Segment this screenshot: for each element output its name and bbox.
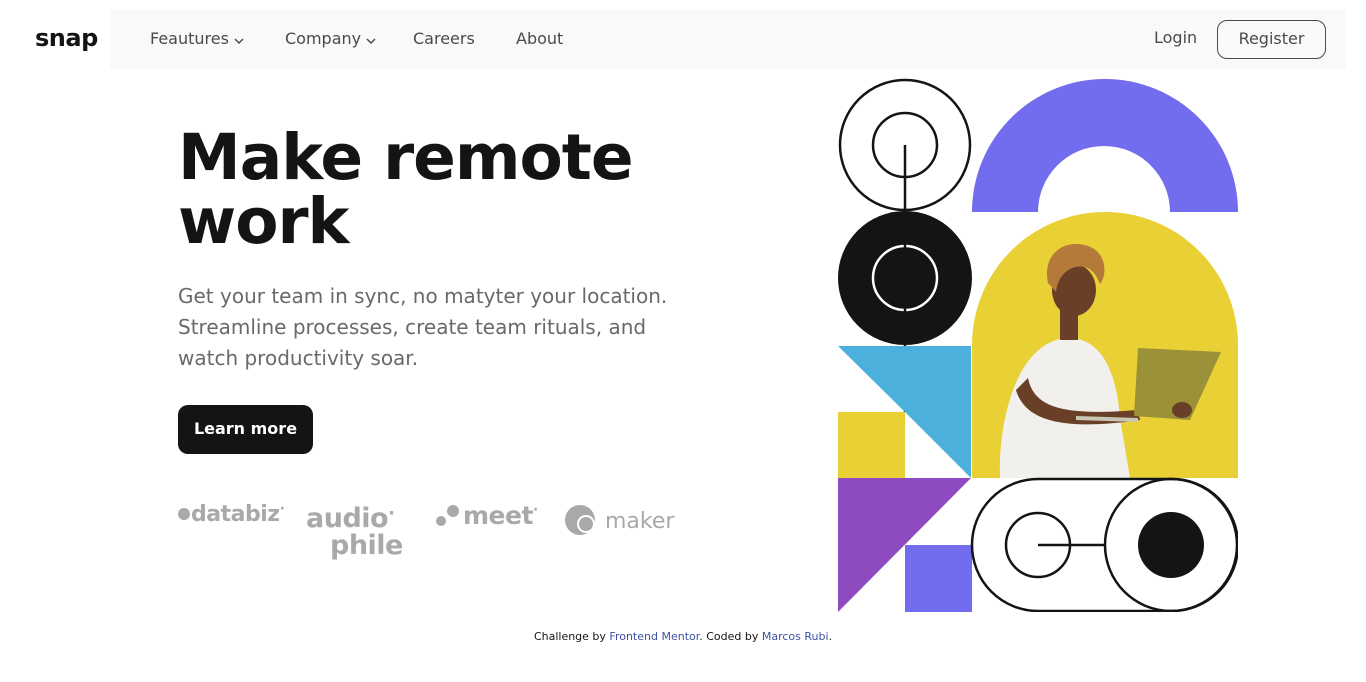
- databiz-logo: databiz·: [178, 501, 285, 527]
- maker-logo: maker: [564, 503, 674, 537]
- databiz-mark: ·: [279, 501, 285, 517]
- audiophile-line2: phile: [330, 530, 403, 561]
- chevron-down-icon: [234, 11, 244, 69]
- nav-item-label: Company: [285, 29, 362, 48]
- nav-item-label: Careers: [413, 29, 475, 48]
- maker-label: maker: [605, 509, 675, 534]
- nav-item-features[interactable]: Feautures: [150, 10, 244, 69]
- hero-subtitle: Get your team in sync, no matyter your l…: [178, 284, 668, 370]
- attribution: Challenge by Frontend Mentor. Coded by M…: [0, 630, 1366, 643]
- hero-title: Make remote work: [178, 126, 698, 254]
- learn-more-button[interactable]: Learn more: [178, 405, 313, 454]
- attribution-suffix: .: [828, 630, 833, 643]
- attribution-middle: . Coded by: [699, 630, 759, 643]
- frontend-mentor-link[interactable]: Frontend Mentor: [609, 630, 699, 643]
- hero-title-line2: work: [178, 185, 349, 258]
- databiz-dot-icon: [178, 508, 190, 520]
- snap-logo[interactable]: snap: [35, 24, 98, 52]
- blue-quad-shape: [905, 346, 971, 478]
- nav-item-company[interactable]: Company: [285, 10, 376, 69]
- blue-triangle-shape: [838, 346, 905, 412]
- databiz-label: databiz: [191, 502, 280, 527]
- register-button[interactable]: Register: [1217, 20, 1326, 59]
- attribution-prefix: Challenge by: [533, 630, 606, 643]
- meet-logo: meet·: [435, 501, 538, 530]
- yellow-square-shape: [838, 412, 905, 478]
- meet-mark: ·: [532, 502, 538, 518]
- maker-swirl-icon: [565, 505, 595, 535]
- login-link[interactable]: Login: [1154, 10, 1197, 68]
- client-logos: databiz· audio· phile meet· maker: [178, 498, 698, 560]
- nav-item-careers[interactable]: Careers: [413, 10, 475, 69]
- meet-label: meet: [463, 501, 533, 530]
- nav-item-about[interactable]: About: [516, 10, 563, 69]
- purple-arch-shape: [972, 79, 1238, 212]
- purple-square-shape: [905, 545, 972, 612]
- top-navbar: Feautures Company Careers About Login Re…: [110, 10, 1346, 69]
- author-link[interactable]: Marcos Rubi: [762, 630, 829, 643]
- hero-title-line1: Make remote: [178, 121, 634, 194]
- right-dot-shape: [1138, 512, 1204, 578]
- hero-illustration: [838, 78, 1238, 612]
- chevron-down-icon: [366, 11, 376, 69]
- audiophile-logo: audio· phile: [306, 500, 403, 559]
- meet-dots-icon: [436, 505, 459, 526]
- nav-item-label: About: [516, 29, 564, 48]
- nav-item-label: Feautures: [150, 29, 229, 48]
- audiophile-mark: ·: [388, 503, 395, 524]
